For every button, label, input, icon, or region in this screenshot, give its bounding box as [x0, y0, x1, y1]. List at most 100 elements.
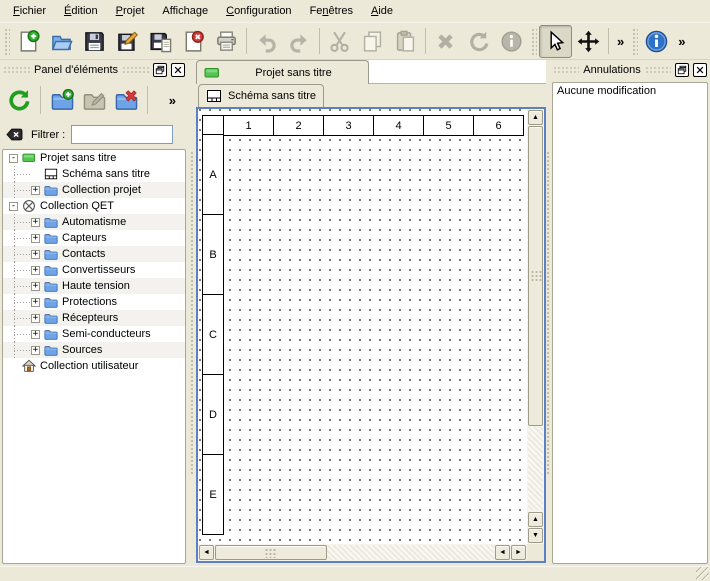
tree-branch-line [14, 254, 30, 255]
move-button[interactable] [572, 25, 605, 58]
tree-item-collection-qet[interactable]: -Collection QET [3, 198, 185, 214]
elements-panel-header[interactable]: Panel d'éléments [0, 60, 188, 80]
tree-item-capteurs[interactable]: +Capteurs [3, 230, 185, 246]
print-button[interactable] [210, 25, 243, 58]
menu-configuration[interactable]: Configuration [217, 1, 300, 21]
undo-list-item[interactable]: Aucune modification [553, 83, 707, 99]
collapse-expander[interactable]: - [9, 202, 18, 211]
expand-expander[interactable]: + [31, 186, 40, 195]
diagram-canvas[interactable]: 123456 ABCDE [198, 109, 527, 544]
tree-item-label: Semi-conducteurs [62, 328, 151, 340]
expand-expander[interactable]: + [31, 330, 40, 339]
toolbar-extension-chevron[interactable]: » [612, 34, 629, 49]
save-all-icon [149, 30, 172, 53]
close-document-button[interactable] [177, 25, 210, 58]
expand-expander[interactable]: + [31, 234, 40, 243]
tree-item-automatisme[interactable]: +Automatisme [3, 214, 185, 230]
cut-button[interactable] [323, 25, 356, 58]
toolbar-handle[interactable] [530, 27, 537, 55]
scroll-left-button[interactable]: ◄ [199, 545, 214, 560]
horizontal-scroll-track[interactable] [327, 545, 494, 560]
new-document-button[interactable] [12, 25, 45, 58]
vertical-scroll-track[interactable] [528, 427, 543, 510]
menu-fichier[interactable]: Fichier [4, 1, 55, 21]
scroll-up-button[interactable]: ▲ [528, 110, 543, 125]
float-panel-button[interactable] [675, 63, 689, 77]
tree-item-schema-sans-titre[interactable]: Schéma sans titre [3, 166, 185, 182]
float-panel-button[interactable] [153, 63, 167, 77]
toolbar-handle[interactable] [3, 27, 10, 55]
tree-item-protections[interactable]: +Protections [3, 294, 185, 310]
tree-item-sources[interactable]: +Sources [3, 342, 185, 358]
info-button[interactable] [640, 25, 673, 58]
copy-button[interactable] [356, 25, 389, 58]
tree-item-label: Haute tension [62, 280, 130, 292]
resize-grip[interactable] [696, 567, 709, 580]
expand-expander[interactable]: + [31, 314, 40, 323]
folder-icon [44, 295, 58, 309]
collapse-expander[interactable]: - [9, 154, 18, 163]
pointer-button[interactable] [539, 25, 572, 58]
tree-item-contacts[interactable]: +Contacts [3, 246, 185, 262]
left-splitter[interactable] [188, 60, 196, 566]
menu-projet[interactable]: Projet [107, 1, 154, 21]
tree-item-collection-utilisateur[interactable]: Collection utilisateur [3, 358, 185, 374]
paste-button[interactable] [389, 25, 422, 58]
horizontal-scrollbar[interactable]: ◄ ◄ ► [198, 544, 527, 561]
open-document-button[interactable] [45, 25, 78, 58]
tree-item-recepteurs[interactable]: +Récepteurs [3, 310, 185, 326]
expand-expander[interactable]: + [31, 298, 40, 307]
tree-item-label: Convertisseurs [62, 264, 135, 276]
close-panel-button[interactable] [693, 63, 707, 77]
undo-panel-header[interactable]: Annulations [550, 60, 710, 80]
info-gray-icon [500, 30, 523, 53]
toolbar-handle[interactable] [631, 27, 638, 55]
tree-item-label: Collection projet [62, 184, 141, 196]
menu-affichage[interactable]: Affichage [153, 1, 217, 21]
delete-button[interactable] [429, 25, 462, 58]
filter-input[interactable] [71, 125, 173, 144]
close-panel-button[interactable] [171, 63, 185, 77]
scroll-down-button[interactable]: ▼ [528, 528, 543, 543]
menu-aide[interactable]: Aide [362, 1, 402, 21]
horizontal-scroll-thumb[interactable] [215, 545, 327, 560]
menu-edition[interactable]: Édition [55, 1, 107, 21]
scroll-right-button[interactable]: ► [511, 545, 526, 560]
tree-item-projet-sans-titre[interactable]: -Projet sans titre [3, 150, 185, 166]
save-as-button[interactable] [111, 25, 144, 58]
scroll-up-button-2[interactable]: ▲ [528, 512, 543, 527]
scroll-left-button-2[interactable]: ◄ [495, 545, 510, 560]
tree-item-haute-tension[interactable]: + Haute tension [3, 278, 185, 294]
save-button[interactable] [78, 25, 111, 58]
undo-icon [255, 30, 278, 53]
folder-new-button[interactable] [46, 84, 78, 116]
redo-button[interactable] [283, 25, 316, 58]
toolbar-extension-chevron[interactable]: » [673, 34, 690, 49]
folder-delete-button[interactable] [110, 84, 142, 116]
tree-item-semi-conducteurs[interactable]: + Semi-conducteurs [3, 326, 185, 342]
vertical-scrollbar[interactable]: ▲ ▲ ▼ [527, 109, 544, 544]
menu-fenetres[interactable]: Fenêtres [301, 1, 362, 21]
tab-project[interactable]: Projet sans titre [196, 60, 369, 84]
expand-expander[interactable]: + [31, 346, 40, 355]
undo-button[interactable] [250, 25, 283, 58]
tree-item-collection-projet[interactable]: + Collection projet [3, 182, 185, 198]
expand-expander[interactable]: + [31, 250, 40, 259]
cut-icon [328, 30, 351, 53]
folder-edit-button[interactable] [78, 84, 110, 116]
refresh-button[interactable] [3, 84, 35, 116]
dock-handle-texture [122, 66, 149, 75]
rotate-button[interactable] [462, 25, 495, 58]
tree-branch-line [14, 174, 30, 175]
vertical-scroll-thumb[interactable] [528, 126, 543, 426]
info-gray-button[interactable] [495, 25, 528, 58]
expand-expander[interactable]: + [31, 266, 40, 275]
expand-expander[interactable]: + [31, 282, 40, 291]
tree-item-convertisseurs[interactable]: + Convertisseurs [3, 262, 185, 278]
tab-schema[interactable]: Schéma sans titre [198, 84, 324, 107]
save-all-button[interactable] [144, 25, 177, 58]
expand-expander[interactable]: + [31, 218, 40, 227]
clear-filter-button[interactable] [5, 126, 25, 144]
main-toolbar: »» [0, 23, 710, 60]
toolbar-extension-chevron[interactable]: » [169, 93, 176, 108]
